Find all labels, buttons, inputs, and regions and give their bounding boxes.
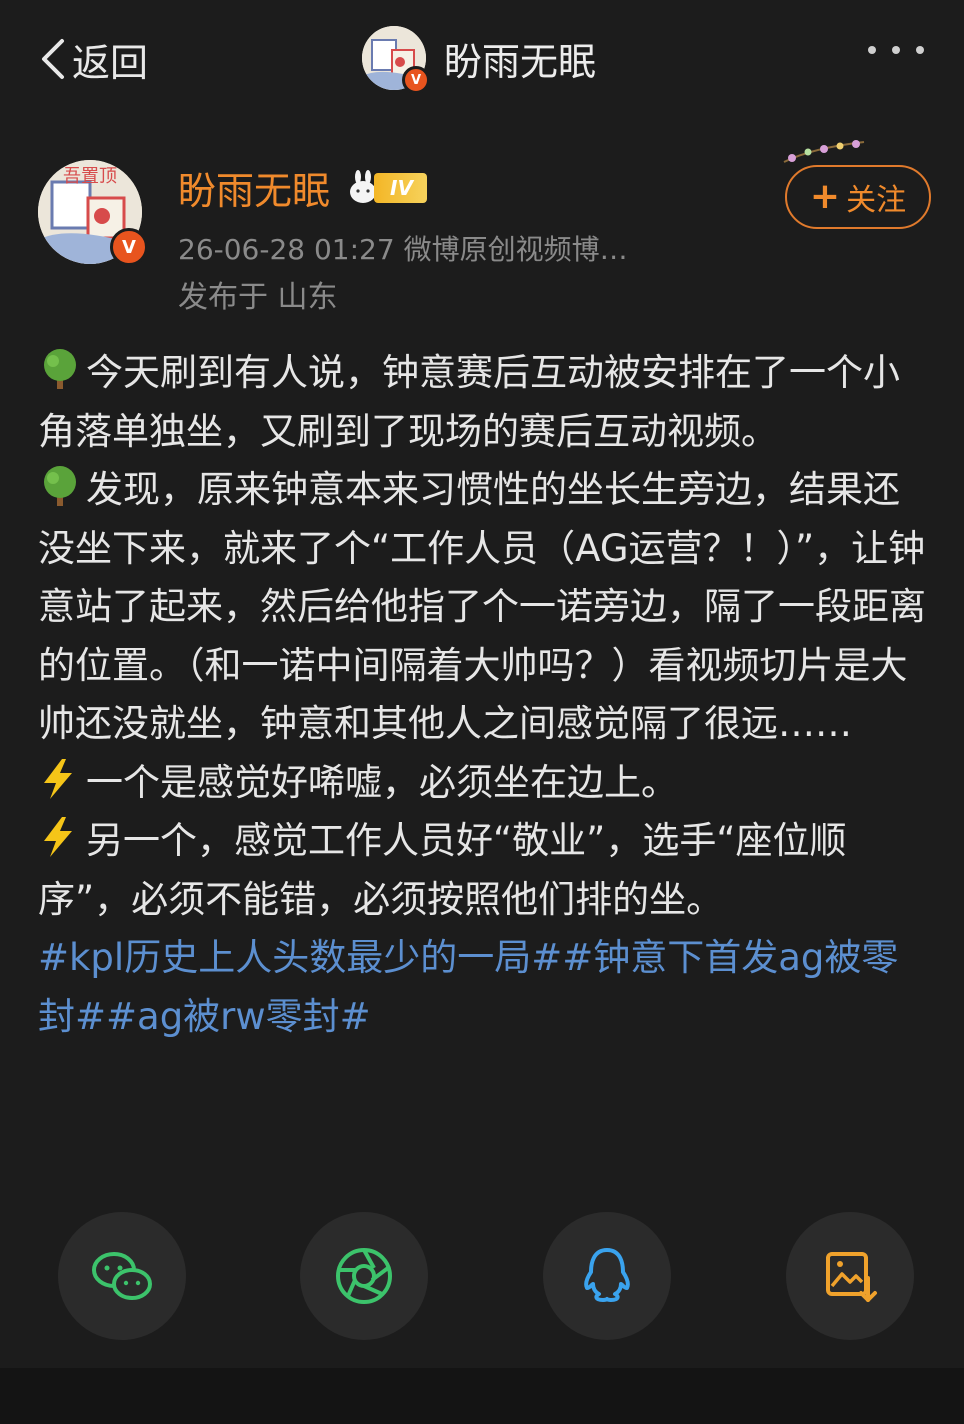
author-row: 盼雨无眠 IV — [178, 160, 427, 215]
follow-button[interactable]: + 关注 — [785, 165, 931, 229]
level-badge-group[interactable]: IV — [346, 169, 427, 206]
content-paragraph: 今天刷到有人说，钟意赛后互动被安排在了一个小角落单独坐，又刷到了现场的赛后互动视… — [38, 344, 928, 461]
content-paragraph: 发现，原来钟意本来习惯性的坐长生旁边，结果还没坐下来，就来了个“工作人员（AG运… — [38, 461, 928, 754]
paragraph-text: 另一个，感觉工作人员好“敬业”，选手“座位顺序”，必须不能错，必须按照他们排的坐… — [38, 819, 847, 921]
lightning-emoji-icon — [44, 758, 72, 799]
bottom-strip — [0, 1368, 964, 1424]
tree-emoji-icon — [44, 349, 76, 389]
avatar-sticker-text: 吾置顶 — [63, 166, 117, 187]
nav-title-group[interactable]: V 盼雨无眠 — [362, 26, 597, 94]
tree-emoji-icon — [44, 466, 76, 506]
more-options-button[interactable] — [868, 46, 924, 54]
back-button[interactable]: 返回 — [36, 30, 148, 88]
hashtag-line: #kpl历史上人头数最少的一局##钟意下首发ag被零封##ag被rw零封# — [38, 929, 928, 1046]
plus-icon: + — [809, 176, 841, 217]
share-qq-button[interactable] — [543, 1212, 671, 1340]
author-name[interactable]: 盼雨无眠 — [178, 160, 330, 215]
post-content: 今天刷到有人说，钟意赛后互动被安排在了一个小角落单独坐，又刷到了现场的赛后互动视… — [38, 344, 928, 1046]
top-nav-bar: 返回 V 盼雨无眠 — [0, 0, 964, 120]
author-avatar[interactable]: 吾置顶 V — [38, 160, 148, 266]
nav-avatar[interactable]: V — [362, 26, 430, 94]
paragraph-text: 发现，原来钟意本来习惯性的坐长生旁边，结果还没坐下来，就来了个“工作人员（AG运… — [38, 468, 926, 745]
more-dot-icon — [892, 46, 900, 54]
lightning-emoji-icon — [44, 817, 72, 857]
level-badge: IV — [374, 172, 427, 203]
wechat-icon — [92, 1252, 152, 1300]
post-location: 发布于 山东 — [178, 280, 338, 315]
save-image-icon — [826, 1252, 877, 1302]
verified-badge: V — [402, 66, 430, 94]
verified-badge: V — [110, 228, 148, 266]
content-paragraph: 另一个，感觉工作人员好“敬业”，选手“座位顺序”，必须不能错，必须按照他们排的坐… — [38, 812, 928, 929]
follow-label: 关注 — [846, 183, 907, 218]
save-image-button[interactable] — [786, 1212, 914, 1340]
content-paragraph: 一个是感觉好唏嘘，必须坐在边上。 — [38, 754, 928, 813]
hashtag-link[interactable]: #kpl历史上人头数最少的一局# — [38, 936, 562, 979]
more-dot-icon — [916, 46, 924, 54]
share-bar — [0, 1212, 964, 1342]
more-dot-icon — [868, 46, 876, 54]
share-moments-button[interactable] — [300, 1212, 428, 1340]
paragraph-text: 一个是感觉好唏嘘，必须坐在边上。 — [86, 760, 678, 804]
post-meta: 26-06-28 01:27 微博原创视频博… — [178, 233, 628, 266]
hashtag-link[interactable]: #ag被rw零封# — [106, 995, 371, 1038]
chevron-left-icon — [42, 39, 64, 79]
share-wechat-button[interactable] — [58, 1212, 186, 1340]
moments-icon — [336, 1248, 392, 1304]
qq-icon — [584, 1248, 630, 1302]
paragraph-text: 今天刷到有人说，钟意赛后互动被安排在了一个小角落单独坐，又刷到了现场的赛后互动视… — [38, 351, 900, 453]
back-label: 返回 — [72, 40, 149, 85]
nav-title: 盼雨无眠 — [444, 39, 597, 84]
